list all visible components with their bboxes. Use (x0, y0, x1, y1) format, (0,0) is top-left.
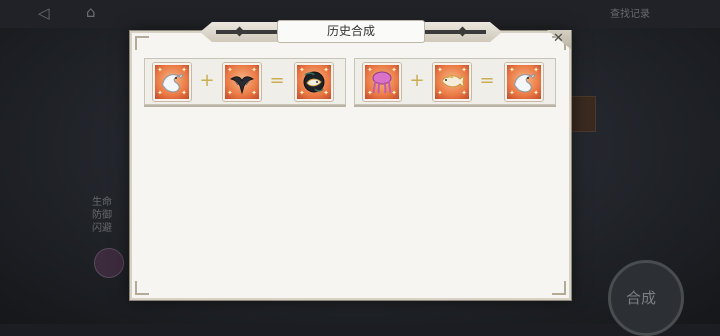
equals-sign: = (479, 70, 495, 91)
pink-tentacle-icon[interactable]: ✦ ✦ ✦ ✦ (363, 63, 401, 101)
title-stripe (216, 30, 286, 34)
black-bird-icon[interactable]: ✦ ✦ ✦ ✦ (223, 63, 261, 101)
title-stripe (416, 30, 486, 34)
stat-label-dodge: 闪避 (92, 223, 112, 234)
corner-ornament (552, 281, 566, 295)
golden-fish-icon[interactable]: ✦ ✦ ✦ ✦ (433, 63, 471, 101)
dialog-title: 历史合成 (278, 21, 424, 42)
corner-ornament (135, 281, 149, 295)
plus-sign: + (409, 70, 425, 91)
stat-label-hp: 生命 (92, 197, 112, 208)
recipe-card[interactable]: ✦ ✦ ✦ ✦ + ✦ ✦ ✦ ✦ = ✦ ✦ ✦ ✦ (354, 58, 556, 105)
stat-label-defense: 防御 (92, 210, 112, 221)
background-item-tile (570, 96, 596, 132)
home-icon[interactable]: ⌂ (86, 5, 96, 20)
title-diamond-icon (235, 27, 245, 37)
recipe-card[interactable]: ✦ ✦ ✦ ✦ + ✦ ✦ ✦ ✦ = ✦ ✦ ✦ ✦ (144, 58, 346, 105)
back-icon[interactable]: ◁ (38, 6, 50, 21)
white-dragon-icon[interactable]: ✦ ✦ ✦ ✦ (505, 63, 543, 101)
black-gold-fish-icon[interactable]: ✦ ✦ ✦ ✦ (295, 63, 333, 101)
character-avatar (94, 248, 124, 278)
search-record-label[interactable]: 查找记录 (610, 9, 650, 21)
title-diamond-icon (458, 27, 468, 37)
plus-sign: + (199, 70, 215, 91)
close-icon[interactable]: ✕ (553, 31, 564, 47)
equals-sign: = (269, 70, 285, 91)
white-dragon-icon[interactable]: ✦ ✦ ✦ ✦ (153, 63, 191, 101)
synthesize-button-label: 合成 (626, 289, 657, 307)
corner-ornament (135, 36, 149, 50)
